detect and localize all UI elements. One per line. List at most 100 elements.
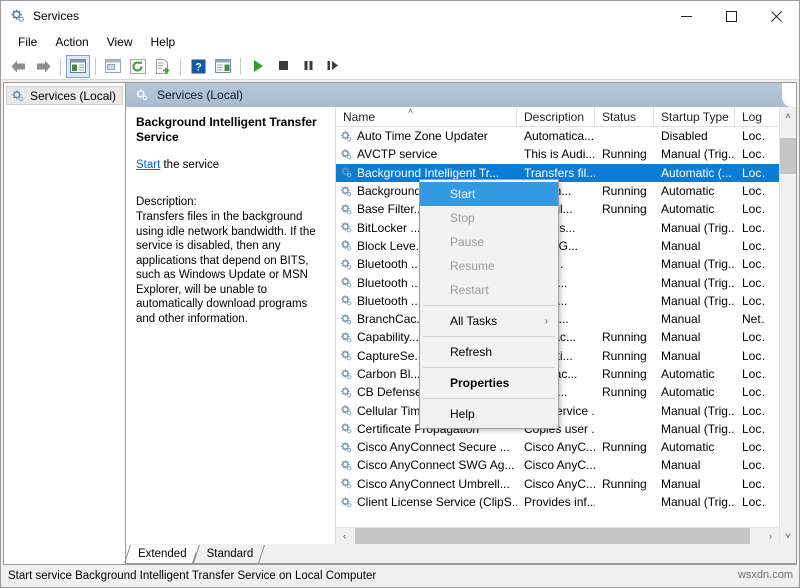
main-body: Services (Local) Services (Local) Backgr… [1, 80, 799, 565]
service-startup-type-cell: Automatic [661, 367, 715, 381]
service-description-cell: Cisco AnyC... [524, 458, 595, 473]
context-menu-item-refresh[interactable]: Refresh [420, 340, 558, 364]
column-header-status[interactable]: Status [595, 107, 654, 126]
service-name-cell: Cisco AnyConnect Secure ... [336, 440, 517, 454]
action-pane-icon[interactable] [211, 55, 235, 78]
context-menu-item-properties[interactable]: Properties [420, 371, 558, 395]
vertical-scrollbar[interactable]: ˄ ˅ [779, 107, 796, 544]
export-list-icon[interactable] [151, 55, 175, 78]
service-status-cell: Running [602, 385, 647, 400]
table-row[interactable]: Cisco AnyConnect Secure ... Cisco AnyC...… [336, 438, 779, 456]
service-name-label: Auto Time Zone Updater [357, 129, 488, 144]
start-service-link[interactable]: Start [136, 159, 160, 171]
service-startup-type-cell: Manual (Trig... [661, 147, 735, 162]
context-menu-item-all-tasks[interactable]: All Tasks › [420, 309, 558, 333]
vertical-scroll-thumb[interactable] [780, 138, 796, 174]
restart-icon[interactable] [321, 55, 345, 78]
menu-action[interactable]: Action [46, 33, 97, 51]
column-header-log-on-as[interactable]: Log [735, 107, 765, 126]
horizontal-scrollbar[interactable]: ‹ › [336, 527, 779, 544]
service-logon-cell: Loc… [742, 421, 765, 436]
service-logon-cell: Loc… [742, 129, 765, 144]
services-gear-icon [340, 166, 353, 179]
question-mark-icon[interactable]: ? [186, 55, 210, 78]
service-logon-cell: Loc… [742, 147, 765, 162]
column-header-name[interactable]: Name ˄ [336, 107, 517, 126]
service-startup-type-cell: Manual (Trig... [661, 293, 735, 308]
minimize-button[interactable] [664, 1, 709, 31]
service-status-cell: Running [602, 184, 647, 199]
stop-icon[interactable] [271, 55, 295, 78]
services-gear-icon [340, 185, 353, 198]
services-gear-icon [340, 258, 353, 271]
pause-icon[interactable] [296, 55, 320, 78]
services-gear-icon [340, 313, 353, 326]
context-menu: Start Stop Pause Resume Restart All Tasks › Ref… [419, 179, 559, 429]
services-gear-icon [340, 203, 353, 216]
close-button[interactable] [754, 1, 799, 31]
service-logon-cell: Loc… [742, 275, 765, 290]
service-name-label: Background Intelligent Tr... [357, 165, 500, 180]
maximize-button[interactable] [709, 1, 754, 31]
scroll-down-button[interactable]: ˅ [780, 527, 796, 544]
refresh-icon[interactable] [126, 55, 150, 78]
service-description-cell: Automatica... [524, 129, 595, 144]
table-row[interactable]: Auto Time Zone Updater Automatica... Disab… [336, 127, 779, 145]
table-row[interactable]: Cisco AnyConnect SWG Ag... Cisco AnyC... M… [336, 456, 779, 474]
menu-help[interactable]: Help [142, 33, 185, 51]
window-icon[interactable] [101, 55, 125, 78]
tab-standard[interactable]: Standard [195, 545, 263, 563]
vertical-scroll-track[interactable] [780, 124, 796, 527]
console-tree-icon[interactable] [66, 54, 90, 78]
context-menu-item-help[interactable]: Help [420, 402, 558, 426]
forward-button[interactable] [31, 55, 55, 78]
service-startup-type-cell: Manual [661, 330, 701, 345]
sort-ascending-icon: ˄ [408, 107, 414, 116]
scroll-up-button[interactable]: ˄ [780, 107, 796, 124]
service-status-cell: Running [602, 440, 647, 455]
services-gear-icon [340, 386, 353, 399]
services-gear-icon [11, 89, 25, 103]
back-button[interactable] [6, 55, 30, 78]
context-menu-item-label: All Tasks [450, 314, 498, 328]
play-icon[interactable] [246, 55, 270, 78]
service-logon-cell: Loc… [742, 165, 765, 180]
service-status-cell: Running [602, 476, 647, 491]
service-startup-type-cell: Manual [661, 458, 701, 473]
status-bar-text: Start service Background Intelligent Tra… [8, 570, 377, 582]
context-menu-item-label: Stop [450, 211, 475, 225]
table-row[interactable]: AVCTP service This is Audi... Running Manua… [336, 145, 779, 163]
service-startup-type-cell: Automatic (... [661, 165, 732, 180]
sidebar-item-services-local[interactable]: Services (Local) [6, 86, 123, 105]
service-logon-cell: Loc… [742, 476, 765, 491]
column-header-startup-type[interactable]: Startup Type [654, 107, 735, 126]
services-gear-icon [340, 130, 353, 143]
context-menu-item-pause: Pause [420, 230, 558, 254]
context-menu-item-label: Refresh [450, 345, 493, 359]
service-name-label: Cisco AnyConnect Secure ... [357, 440, 510, 455]
tab-extended[interactable]: Extended [127, 545, 196, 563]
context-menu-item-start[interactable]: Start [420, 182, 558, 206]
context-menu-separator [423, 336, 555, 337]
service-status-cell: Running [602, 367, 647, 381]
title-bar: Services [1, 1, 799, 31]
table-row[interactable]: Client License Service (ClipS... Provides… [336, 493, 779, 511]
service-startup-type-cell: Manual [661, 238, 701, 253]
toolbar-separator [240, 57, 241, 75]
menu-file[interactable]: File [9, 33, 46, 51]
context-menu-item-label: Start [450, 187, 476, 201]
service-name-label: BranchCac... [357, 312, 427, 327]
service-startup-type-cell: Manual (Trig... [661, 275, 735, 290]
service-startup-type-cell: Manual (Trig... [661, 495, 735, 510]
service-description-cell: Transfers fil... [524, 165, 595, 180]
column-header-description[interactable]: Description [517, 107, 595, 126]
table-row[interactable]: Cisco AnyConnect Umbrell... Cisco AnyC...… [336, 475, 779, 493]
scroll-right-button[interactable]: › [762, 528, 779, 544]
horizontal-scroll-track[interactable] [353, 528, 762, 544]
menu-view[interactable]: View [98, 33, 142, 51]
services-gear-icon [340, 422, 353, 435]
services-gear-icon [340, 496, 353, 509]
list-header-row: Name ˄ Description Status Startup Type L… [336, 107, 779, 127]
horizontal-scroll-thumb[interactable] [355, 528, 750, 544]
scroll-left-button[interactable]: ‹ [336, 528, 353, 544]
